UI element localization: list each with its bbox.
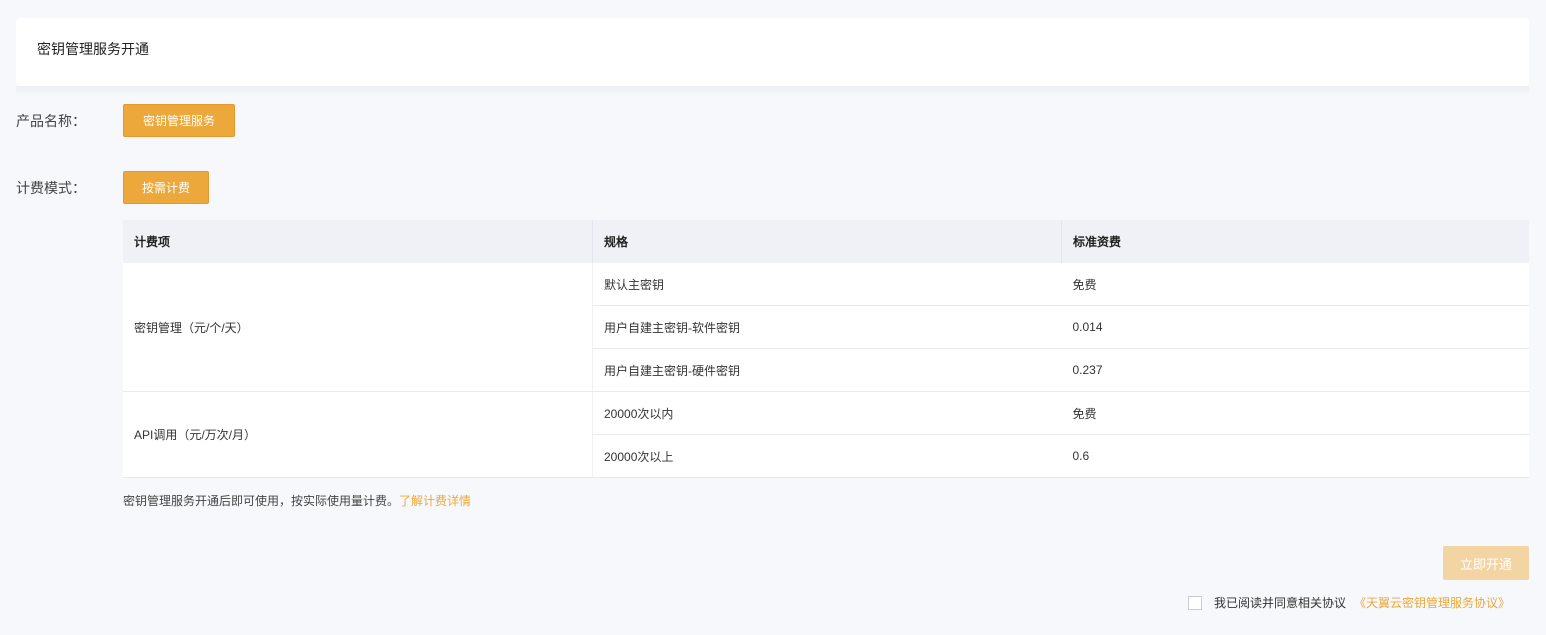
price-cell: 0.014 — [1061, 305, 1529, 349]
page-header: 密钥管理服务开通 — [16, 18, 1529, 86]
spec-cell: 20000次以上 — [592, 434, 1062, 478]
billing-mode-label: 计费模式： — [16, 180, 86, 196]
page-title: 密钥管理服务开通 — [37, 41, 149, 57]
column-header-price: 标准资费 — [1061, 220, 1529, 263]
header-divider — [16, 86, 1529, 96]
billing-note-text: 密钥管理服务开通后即可使用，按实际使用量计费。 — [123, 494, 400, 508]
price-cell: 免费 — [1061, 263, 1529, 306]
column-header-spec: 规格 — [592, 220, 1062, 263]
billing-option-button[interactable]: 按需计费 — [123, 171, 209, 204]
table-row: 密钥管理（元/个/天） 默认主密钥 免费 — [123, 263, 1529, 392]
billing-item-cell: 密钥管理（元/个/天） — [123, 263, 593, 392]
spec-cell: 默认主密钥 — [592, 263, 1062, 306]
spec-cell: 用户自建主密钥-硬件密钥 — [592, 348, 1062, 392]
price-cell: 0.237 — [1061, 348, 1529, 392]
agreement-checkbox[interactable] — [1188, 595, 1202, 610]
product-name-label: 产品名称： — [16, 113, 86, 129]
agreement-text: 我已阅读并同意相关协议 — [1214, 596, 1347, 610]
table-header-row: 计费项 规格 标准资费 — [123, 220, 1529, 263]
open-now-button[interactable]: 立即开通 — [1443, 546, 1529, 580]
price-cell: 免费 — [1061, 391, 1529, 435]
spec-cell: 20000次以内 — [592, 391, 1062, 435]
pricing-table: 计费项 规格 标准资费 密钥管理（元/个/天） 默认主密钥 免费 用户自建主密钥… — [123, 220, 1529, 478]
agreement-link[interactable]: 《天翼云密钥管理服务协议》 — [1354, 594, 1510, 611]
table-row: API调用（元/万次/月） 20000次以内 免费 — [123, 391, 1529, 478]
product-option-button[interactable]: 密钥管理服务 — [123, 104, 235, 137]
spec-cell: 用户自建主密钥-软件密钥 — [592, 305, 1062, 349]
price-cell: 0.6 — [1061, 434, 1529, 478]
billing-note: 密钥管理服务开通后即可使用，按实际使用量计费。了解计费详情 — [123, 492, 471, 509]
billing-item-cell: API调用（元/万次/月） — [123, 391, 593, 478]
column-header-item: 计费项 — [123, 220, 593, 263]
agreement-row: 我已阅读并同意相关协议 《天翼云密钥管理服务协议》 — [1188, 594, 1510, 611]
billing-details-link[interactable]: 了解计费详情 — [399, 494, 471, 508]
